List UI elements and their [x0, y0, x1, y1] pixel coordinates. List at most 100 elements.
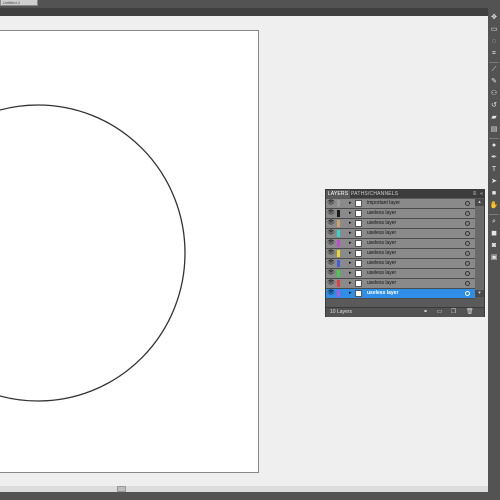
expand-arrow-icon[interactable]: ▸	[349, 240, 353, 247]
target-icon[interactable]	[465, 281, 470, 286]
zoom-icon[interactable]: ⌕	[490, 218, 498, 226]
layer-thumbnail	[355, 200, 362, 207]
layer-name[interactable]: useless layer	[367, 229, 396, 238]
expand-arrow-icon[interactable]: ▸	[349, 290, 353, 297]
tab-layers[interactable]: LAYERS	[326, 190, 350, 198]
path-selection-icon[interactable]: ➤	[490, 178, 498, 186]
pen-icon[interactable]: ✒	[490, 154, 498, 162]
marquee-icon[interactable]: ▭	[490, 26, 498, 34]
eyedropper-icon[interactable]: ⟋	[490, 66, 498, 74]
clone-stamp-icon[interactable]: ⚇	[490, 90, 498, 98]
layer-row[interactable]: 👁 ▸ useless layer	[326, 209, 475, 219]
crop-icon[interactable]: ⌗	[490, 50, 498, 58]
tab-paths-channels[interactable]: PATHS/CHANNELS	[351, 190, 398, 198]
target-icon[interactable]	[465, 261, 470, 266]
delete-layer-icon[interactable]: 🗑	[466, 309, 474, 316]
layer-row[interactable]: 👁 ▸ useless layer	[326, 279, 475, 289]
toolbar-separator	[489, 214, 499, 215]
layer-row[interactable]: 👁 ▸ important layer	[326, 199, 475, 209]
layer-row[interactable]: 👁 ▸ useless layer	[326, 239, 475, 249]
scroll-up-icon[interactable]: ▴	[475, 199, 484, 206]
link-cell[interactable]	[341, 260, 347, 267]
layer-name[interactable]: useless layer	[367, 209, 396, 218]
gradient-icon[interactable]: ▤	[490, 126, 498, 134]
expand-arrow-icon[interactable]: ▸	[349, 230, 353, 237]
layer-name[interactable]: useless layer	[367, 219, 396, 228]
layer-name[interactable]: useless layer	[367, 249, 396, 258]
move-icon[interactable]: ✥	[490, 14, 498, 22]
link-cell[interactable]	[341, 250, 347, 257]
expand-arrow-icon[interactable]: ▸	[349, 260, 353, 267]
eraser-icon[interactable]: ▰	[490, 114, 498, 122]
layer-name[interactable]: important layer	[367, 199, 400, 208]
layer-thumbnail	[355, 290, 362, 297]
hand-icon[interactable]: ✋	[490, 202, 499, 210]
layer-thumbnail	[355, 240, 362, 247]
target-icon[interactable]	[465, 271, 470, 276]
eye-icon[interactable]: 👁	[327, 280, 335, 287]
link-cell[interactable]	[341, 230, 347, 237]
history-brush-icon[interactable]: ↺	[490, 102, 498, 110]
expand-arrow-icon[interactable]: ▸	[349, 220, 353, 227]
expand-arrow-icon[interactable]: ▸	[349, 200, 353, 207]
layer-row[interactable]: 👁 ▸ useless layer	[326, 249, 475, 259]
eye-icon[interactable]: 👁	[327, 240, 335, 247]
foreground-color-icon[interactable]: ◼	[490, 230, 498, 238]
layer-name[interactable]: useless layer	[367, 289, 398, 298]
eye-icon[interactable]: 👁	[327, 230, 335, 237]
target-icon[interactable]	[465, 221, 470, 226]
layer-row[interactable]: 👁 ▸ useless layer	[326, 289, 475, 299]
link-cell[interactable]	[341, 290, 347, 297]
link-cell[interactable]	[341, 280, 347, 287]
brush-icon[interactable]: ✎	[490, 78, 498, 86]
shape-icon[interactable]: ■	[490, 190, 498, 198]
link-cell[interactable]	[341, 220, 347, 227]
link-cell[interactable]	[341, 210, 347, 217]
target-icon[interactable]	[465, 241, 470, 246]
layer-row[interactable]: 👁 ▸ useless layer	[326, 229, 475, 239]
canvas-drawing	[0, 104, 186, 402]
eye-icon[interactable]: 👁	[327, 210, 335, 217]
eye-icon[interactable]: 👁	[327, 260, 335, 267]
layer-color-label	[337, 230, 340, 237]
layer-row[interactable]: 👁 ▸ useless layer	[326, 269, 475, 279]
eye-icon[interactable]: 👁	[327, 250, 335, 257]
link-cell[interactable]	[341, 270, 347, 277]
layer-name[interactable]: useless layer	[367, 279, 396, 288]
eye-icon[interactable]: 👁	[327, 290, 335, 297]
eye-icon[interactable]: 👁	[327, 200, 335, 207]
eye-icon[interactable]: 👁	[327, 220, 335, 227]
target-icon[interactable]	[465, 251, 470, 256]
screen-mode-icon[interactable]: ▣	[490, 254, 498, 262]
target-icon[interactable]	[465, 211, 470, 216]
layer-row[interactable]: 👁 ▸ useless layer	[326, 259, 475, 269]
lasso-icon[interactable]: ◌	[490, 38, 498, 46]
collapse-icon[interactable]: «	[479, 190, 484, 198]
expand-arrow-icon[interactable]: ▸	[349, 270, 353, 277]
target-icon[interactable]	[465, 291, 470, 296]
new-layer-icon[interactable]: ❐	[450, 309, 457, 316]
layers-scrollbar[interactable]: ▴ ▾	[475, 199, 484, 297]
eye-icon[interactable]: 👁	[327, 270, 335, 277]
target-icon[interactable]	[465, 231, 470, 236]
document-canvas[interactable]	[0, 30, 259, 473]
layer-name[interactable]: useless layer	[367, 239, 396, 248]
link-cell[interactable]	[341, 240, 347, 247]
link-cell[interactable]	[341, 200, 347, 207]
layer-name[interactable]: useless layer	[367, 259, 396, 268]
new-group-icon[interactable]: ▭	[436, 309, 443, 316]
type-icon[interactable]: T	[490, 166, 498, 174]
layer-name[interactable]: useless layer	[367, 269, 396, 278]
layer-count: 10 Layers	[330, 309, 352, 315]
target-icon[interactable]	[465, 201, 470, 206]
quick-mask-icon[interactable]: ◙	[490, 242, 498, 250]
expand-arrow-icon[interactable]: ▸	[349, 280, 353, 287]
dodge-icon[interactable]: ●	[490, 142, 498, 150]
document-tab[interactable]: Untitled-1	[0, 0, 38, 6]
expand-arrow-icon[interactable]: ▸	[349, 250, 353, 257]
layer-row[interactable]: 👁 ▸ useless layer	[326, 219, 475, 229]
panel-menu-icon[interactable]: ≡	[471, 191, 478, 197]
scroll-down-icon[interactable]: ▾	[475, 290, 484, 297]
link-layers-icon[interactable]: ⚭	[422, 309, 429, 316]
expand-arrow-icon[interactable]: ▸	[349, 210, 353, 217]
